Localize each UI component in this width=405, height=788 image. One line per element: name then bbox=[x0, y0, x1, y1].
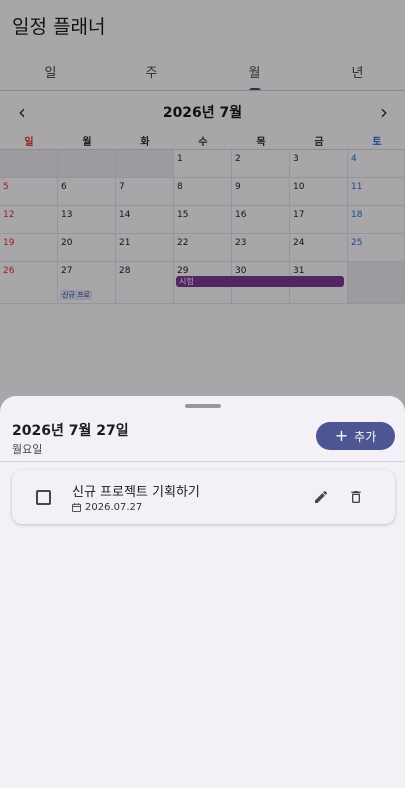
bottom-sheet: 2026년 7월 27일 월요일 + 추가 신규 프로젝트 기획하기 2026.… bbox=[0, 396, 405, 788]
plus-icon: + bbox=[334, 426, 349, 445]
delete-icon[interactable] bbox=[346, 487, 366, 507]
task-title: 신규 프로젝트 기획하기 bbox=[72, 485, 200, 500]
calendar-icon bbox=[72, 503, 81, 512]
task-card[interactable]: 신규 프로젝트 기획하기 2026.07.27 bbox=[12, 470, 395, 524]
selected-date: 2026년 7월 27일 bbox=[12, 423, 129, 439]
task-date: 2026.07.27 bbox=[85, 502, 143, 513]
add-task-button[interactable]: + 추가 bbox=[316, 422, 395, 450]
task-date-row: 2026.07.27 bbox=[72, 502, 142, 513]
divider bbox=[0, 461, 405, 462]
selected-weekday: 월요일 bbox=[12, 443, 43, 456]
task-checkbox[interactable] bbox=[36, 490, 51, 505]
drag-handle[interactable] bbox=[185, 404, 221, 408]
add-task-label: 추가 bbox=[354, 429, 377, 444]
edit-icon[interactable] bbox=[311, 487, 331, 507]
